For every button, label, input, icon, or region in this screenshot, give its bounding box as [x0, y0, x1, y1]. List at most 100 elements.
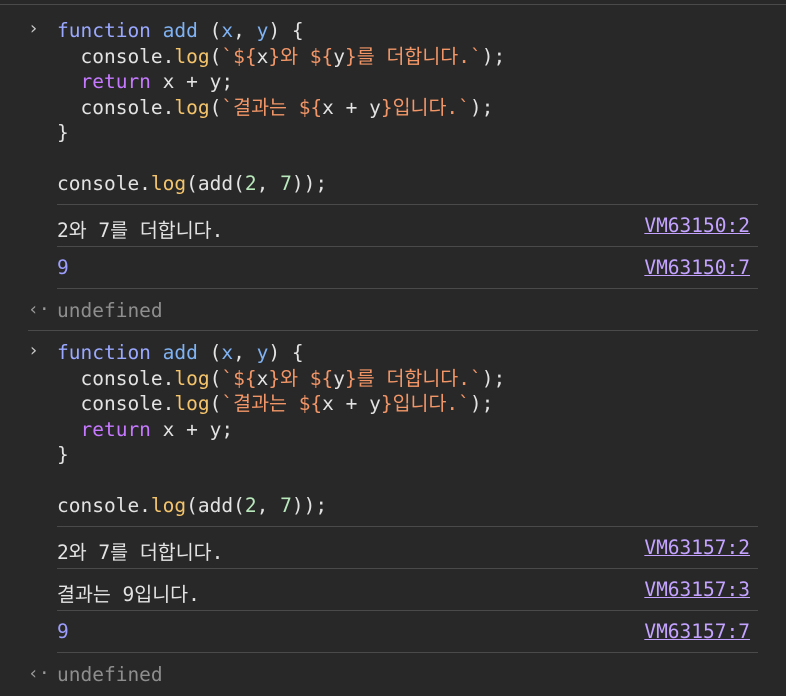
- code-token: ) {: [268, 341, 304, 364]
- code-token: log: [150, 494, 187, 517]
- code-token: log: [174, 44, 210, 68]
- code-token: 2: [244, 494, 257, 517]
- return-value: undefined: [57, 299, 163, 322]
- code-token: return: [80, 417, 151, 441]
- console-message-text: 2와 7를 더합니다.: [57, 541, 224, 564]
- code-token: console.: [57, 392, 175, 415]
- code-line: console.log(`결과는 ${x + y}입니다.`);: [57, 95, 493, 120]
- code-token: }입니다.`: [380, 95, 470, 119]
- code-token: (: [209, 95, 222, 119]
- code-token: }와 ${: [268, 44, 334, 68]
- code-token: y: [333, 44, 346, 68]
- code-line: console.log(`${x}와 ${y}를 더합니다.`);: [57, 366, 505, 391]
- code-line: console.log(`${x}와 ${y}를 더합니다.`);: [57, 44, 505, 69]
- code-token: (: [209, 392, 222, 415]
- code-token: add: [162, 19, 198, 42]
- console-message-text: 9: [57, 620, 69, 643]
- code-token: x + y;: [150, 70, 234, 93]
- code-token: (: [197, 19, 222, 42]
- return-value: undefined: [57, 663, 163, 686]
- code-token: x: [256, 366, 269, 390]
- code-token: ));: [291, 172, 328, 195]
- code-token: x: [256, 44, 269, 68]
- code-token: (: [197, 341, 222, 364]
- code-token: }: [57, 443, 69, 466]
- input-prompt-icon: ›: [28, 18, 39, 39]
- console-message-row: 2와 7를 더합니다. VM63157:2: [57, 526, 758, 567]
- code-token: );: [469, 392, 494, 415]
- code-token: x + y;: [150, 417, 234, 441]
- code-token: function: [57, 19, 151, 42]
- code-token: x: [221, 341, 234, 364]
- code-token: x: [221, 19, 234, 42]
- code-line: }: [57, 120, 69, 145]
- code-line: console.log(`결과는 ${x + y}입니다.`);: [57, 391, 493, 416]
- source-link[interactable]: VM63157:7: [644, 620, 750, 643]
- code-line: return x + y;: [57, 417, 233, 442]
- code-token: 7: [280, 494, 292, 517]
- code-token: `결과는 ${: [221, 95, 323, 119]
- code-token: log: [174, 95, 210, 119]
- code-token: ) {: [268, 19, 304, 42]
- code-token: (add(: [186, 494, 245, 517]
- console-message-row: 9 VM63157:7: [57, 610, 758, 651]
- code-token: ,: [233, 19, 257, 42]
- source-link[interactable]: VM63157:3: [644, 578, 750, 601]
- code-token: }와 ${: [268, 366, 334, 390]
- code-token: ));: [291, 494, 328, 517]
- code-token: );: [481, 366, 506, 390]
- result-row-2: ‹· undefined: [0, 654, 786, 694]
- code-token: y: [256, 341, 269, 364]
- console-message-row: 결과는 9입니다. VM63157:3: [57, 568, 758, 609]
- code-token: (: [209, 44, 222, 68]
- code-token: 7: [280, 172, 292, 195]
- code-token: x + y: [322, 392, 381, 415]
- output-bottom-divider: [57, 652, 758, 653]
- code-token: console.: [57, 95, 175, 119]
- console-message-text: 9: [57, 256, 69, 279]
- code-token: console.: [57, 494, 151, 517]
- source-link[interactable]: VM63150:2: [644, 214, 750, 237]
- console-message-text: 2와 7를 더합니다.: [57, 219, 224, 242]
- code-token: ,: [233, 341, 257, 364]
- code-token: `결과는 ${: [221, 392, 323, 415]
- code-token: y: [256, 19, 269, 42]
- code-token: console.: [57, 172, 151, 195]
- code-line: console.log(add(2, 7));: [57, 493, 327, 518]
- code-line: }: [57, 442, 69, 467]
- code-token: log: [174, 366, 210, 390]
- code-token: return: [80, 70, 151, 93]
- console-message-text: 결과는 9입니다.: [57, 583, 200, 606]
- input-prompt-icon: ›: [28, 340, 39, 361]
- console-message-row: 2와 7를 더합니다. VM63150:2: [57, 204, 758, 245]
- code-token: console.: [57, 44, 175, 68]
- console-top-divider: [0, 4, 786, 5]
- code-token: }를 더합니다.`: [345, 44, 482, 68]
- output-bottom-divider: [57, 288, 758, 289]
- code-token: );: [481, 44, 506, 68]
- code-token: add: [162, 341, 198, 364]
- code-token: x + y: [322, 95, 381, 119]
- code-token: y: [333, 366, 346, 390]
- code-token: }를 더합니다.`: [345, 366, 482, 390]
- code-token: `${: [221, 44, 257, 68]
- code-token: 2: [244, 172, 257, 195]
- source-link[interactable]: VM63157:2: [644, 536, 750, 559]
- code-token: ,: [256, 494, 281, 517]
- block-divider: [28, 330, 758, 331]
- code-token: console.: [57, 366, 175, 390]
- console-message-row: 9 VM63150:7: [57, 246, 758, 287]
- code-token: ,: [256, 172, 281, 195]
- code-token: (add(: [186, 172, 245, 195]
- result-row-1: ‹· undefined: [0, 290, 786, 330]
- code-token: log: [150, 172, 187, 195]
- code-token: `${: [221, 366, 257, 390]
- code-token: }: [57, 121, 69, 144]
- return-value-icon: ‹·: [28, 299, 50, 320]
- source-link[interactable]: VM63150:7: [644, 256, 750, 279]
- code-token: );: [469, 95, 494, 119]
